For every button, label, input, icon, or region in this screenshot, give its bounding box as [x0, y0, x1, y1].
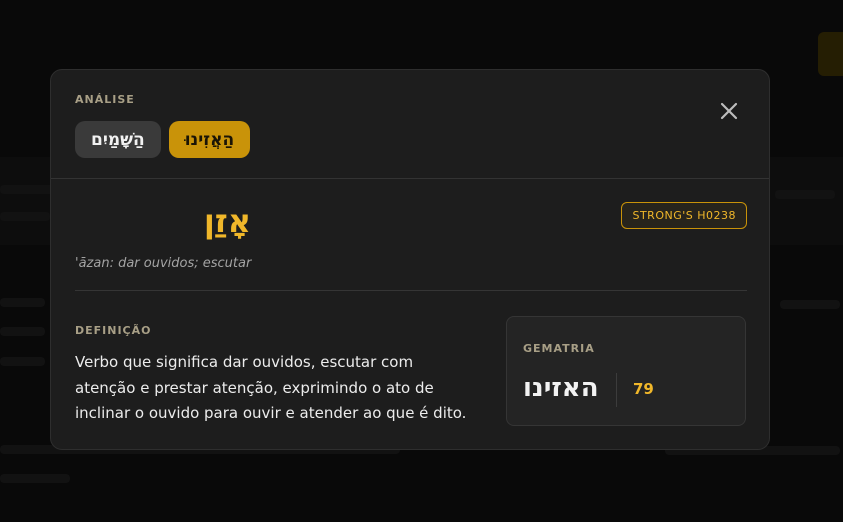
gematria-label: GEMATRIA: [523, 342, 595, 355]
gematria-card: GEMATRIA האזינו 79: [506, 316, 746, 426]
strongs-badge[interactable]: STRONG'S H0238: [621, 202, 747, 229]
tab-haazinu[interactable]: הַאֲזִינוּ: [168, 121, 251, 158]
definition-text: Verbo que significa dar ouvidos, escutar…: [75, 353, 467, 422]
word-tabs: הַשָּׁמַיִם הַאֲזִינוּ: [75, 121, 251, 158]
hebrew-root-word: אָזַן: [203, 202, 251, 240]
modal-header-label: ANÁLISE: [75, 93, 135, 106]
close-icon: [720, 102, 738, 120]
transliteration: 'āzan: dar ouvidos; escutar: [75, 256, 252, 271]
section-divider: [75, 290, 747, 291]
word-section: אָזַן 'āzan: dar ouvidos; escutar STRONG…: [75, 200, 747, 290]
gematria-value: 79: [633, 380, 654, 398]
definition-label: DEFINIÇÃO: [75, 324, 152, 337]
gematria-word: האזינו: [523, 373, 599, 403]
modal-header: ANÁLISE הַשָּׁמַיִם הַאֲזִינוּ: [51, 70, 769, 179]
tab-hashamayim[interactable]: הַשָּׁמַיִם: [75, 121, 161, 158]
analysis-modal: ANÁLISE הַשָּׁמַיִם הַאֲזִינוּ אָזַן 'āz…: [50, 69, 770, 450]
gematria-separator: [616, 373, 617, 407]
close-button[interactable]: [715, 97, 743, 125]
